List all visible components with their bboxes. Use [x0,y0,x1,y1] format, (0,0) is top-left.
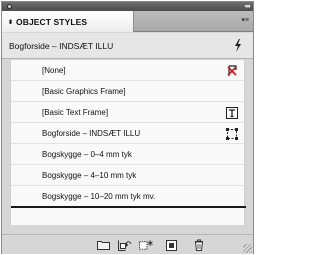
style-label: [Basic Graphics Frame] [42,87,126,96]
style-label: [Basic Text Frame] [42,108,109,117]
style-row-bogforside[interactable]: Bogforside – INDSÆT ILLU [11,123,244,144]
tab-arrows-icon: ⬍ [8,20,14,26]
style-row-bogskygge-4-10[interactable]: Bogskygge – 4–10 mm tyk [11,165,244,186]
panel-bottom-toolbar [2,234,253,254]
text-frame-icon [225,106,238,119]
panel-title-bar[interactable]: ◂◂ [2,2,253,11]
style-row-basic-graphics-frame[interactable]: [Basic Graphics Frame] [11,81,244,102]
list-separator [11,206,246,208]
clear-overrides-icon [225,64,238,77]
style-label: Bogforside – INDSÆT ILLU [42,129,141,138]
resize-grip[interactable] [243,244,252,253]
collapse-panel-icon[interactable]: ◂◂ [244,2,250,11]
object-styles-panel: ◂◂ ⬍ OBJECT STYLES ▾≡ Bogforside – INDSÆT… [1,1,254,254]
style-row-bogskygge-0-4[interactable]: Bogskygge – 0–4 mm tyk [11,144,244,165]
panel-menu-icon[interactable]: ▾≡ [235,16,249,26]
new-page-icon[interactable] [164,239,178,251]
frame-asterisk-icon[interactable] [139,239,153,251]
style-row-none[interactable]: [None] [11,60,244,81]
graphics-frame-icon [225,127,238,140]
style-row-basic-text-frame[interactable]: [Basic Text Frame] [11,102,244,123]
style-row-bogskygge-10-20[interactable]: Bogskygge – 10–20 mm tyk mv. [11,186,244,207]
tab-label: OBJECT STYLES [16,17,88,27]
style-label: Bogskygge – 0–4 mm tyk [42,150,132,159]
panel-tab-row: ⬍ OBJECT STYLES ▾≡ [2,11,253,32]
current-style-name: Bogforside – INDSÆT ILLU [9,41,114,51]
tab-object-styles[interactable]: ⬍ OBJECT STYLES [2,11,134,32]
close-icon[interactable] [7,4,12,9]
trash-icon[interactable] [192,239,206,251]
style-label: Bogskygge – 4–10 mm tyk [42,171,137,180]
folder-icon[interactable] [96,239,110,251]
lightning-icon[interactable] [233,39,243,52]
style-list: [None] [Basic Graphics Frame] [Basic Tex… [10,60,246,225]
style-label: [None] [42,66,66,75]
current-style-row: Bogforside – INDSÆT ILLU [2,33,253,59]
style-label: Bogskygge – 10–20 mm tyk mv. [42,192,156,201]
clear-overrides-arrow-icon[interactable] [118,239,132,251]
